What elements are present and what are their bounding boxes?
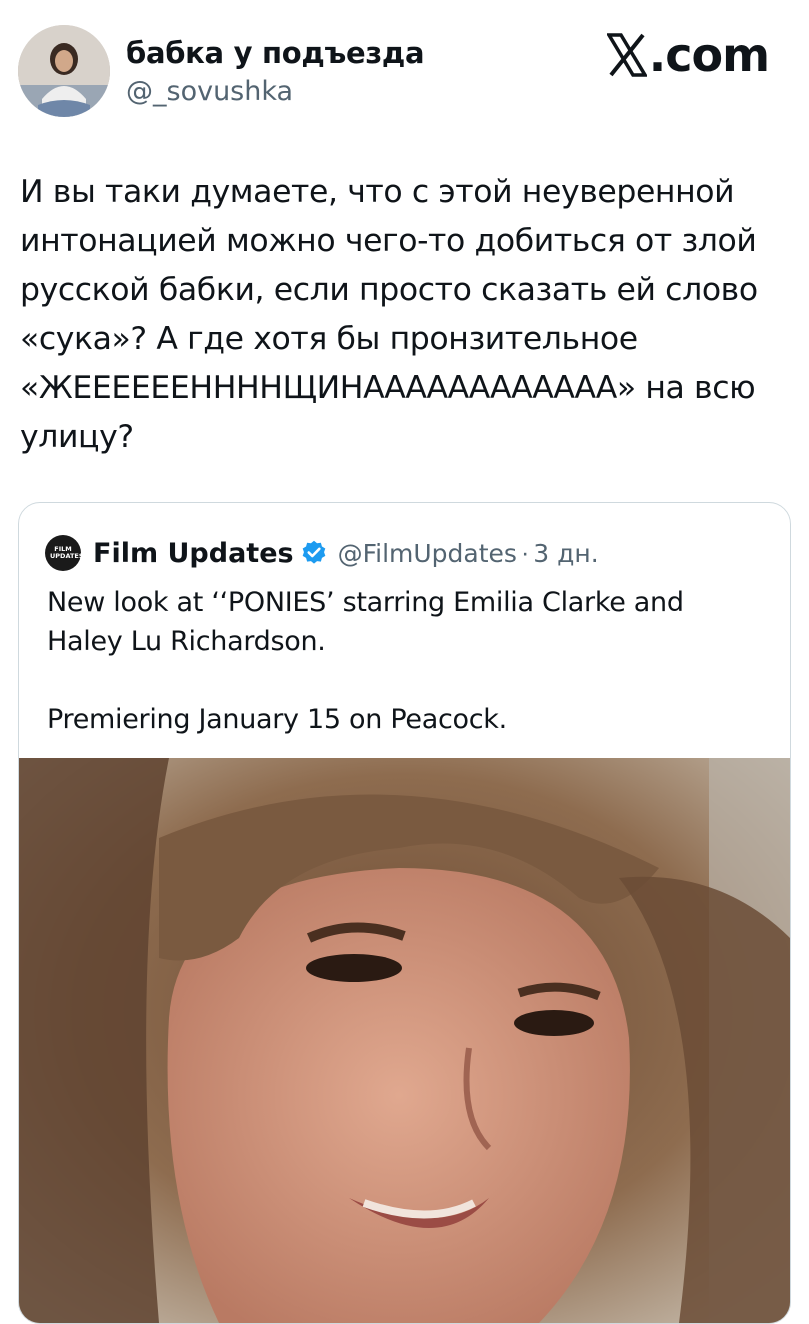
quoted-text-line: Premiering January 15 on Peacock. <box>47 704 507 735</box>
avatar-image <box>18 25 110 117</box>
tweet-text: И вы таки думаете, что с этой неуверенно… <box>20 174 768 455</box>
quoted-tweet-photo[interactable] <box>19 758 790 1323</box>
author-display-name[interactable]: бабка у подъезда <box>126 36 425 70</box>
separator-dot: · <box>520 538 530 567</box>
author-avatar[interactable] <box>18 25 110 117</box>
verified-badge-icon <box>302 540 325 564</box>
brand-watermark: .com <box>606 28 770 82</box>
brand-label: .com <box>648 28 770 82</box>
author-handle[interactable]: @_sovushka <box>126 76 293 107</box>
logo-text: FILM UPDATES <box>50 545 84 560</box>
quoted-tweet-text: New look at ‘‘PONIES’ starring Emilia Cl… <box>47 583 767 739</box>
tweet-header: бабка у подъезда @_sovushka .com <box>0 0 809 130</box>
photo-image <box>19 758 790 1323</box>
quoted-text-line: New look at ‘‘PONIES’ starring Emilia Cl… <box>47 587 684 657</box>
quoted-author-handle[interactable]: @FilmUpdates <box>338 539 517 568</box>
quoted-tweet-header: FILM UPDATES Film Updates @FilmUpdates ·… <box>45 533 599 573</box>
x-logo-icon <box>606 33 647 77</box>
quoted-tweet-card[interactable]: FILM UPDATES Film Updates @FilmUpdates ·… <box>18 502 791 1324</box>
quoted-author-name[interactable]: Film Updates <box>93 538 294 569</box>
quoted-tweet-time[interactable]: 3 дн. <box>533 539 598 568</box>
film-updates-avatar[interactable]: FILM UPDATES <box>45 535 84 571</box>
